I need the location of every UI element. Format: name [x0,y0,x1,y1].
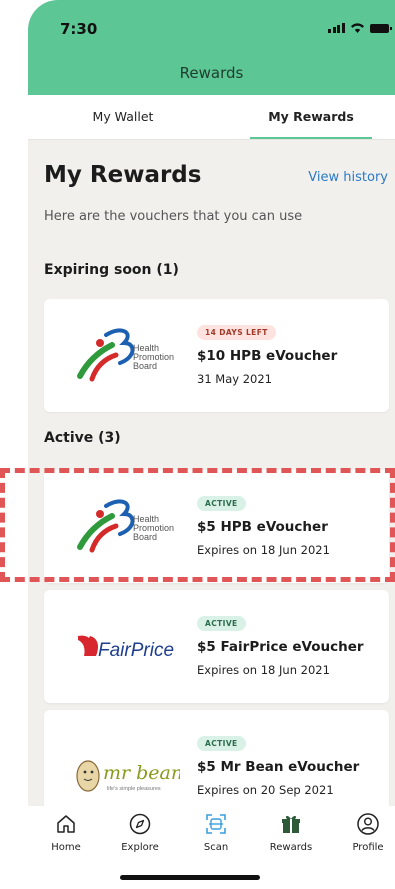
scan-icon [206,814,226,834]
status-time: 7:30 [60,20,98,38]
fairprice-logo: FairPrice [78,635,174,661]
voucher-card-hpb-5[interactable]: Health Promotion Board ACTIVE $5 HPB eVo… [44,470,389,583]
active-badge: ACTIVE [197,496,246,511]
voucher-title: $5 Mr Bean eVoucher [197,759,360,775]
status-icons [328,22,392,33]
compass-icon [129,813,151,835]
tab-my-wallet[interactable]: My Wallet [28,95,218,139]
nav-home-label: Home [51,842,81,853]
phone-screen: 7:30 Rewards My Wallet My Rewards My Rew… [28,0,395,889]
hpb-logo: Health Promotion Board [77,328,174,382]
voucher-card-hpb-10[interactable]: Health Promotion Board 14 DAYS LEFT $10 … [44,299,389,412]
hpb-logo: Health Promotion Board [77,499,174,553]
nav-scan[interactable]: Scan [186,812,246,853]
nav-home[interactable]: Home [36,812,96,853]
rewards-heading: My Rewards [44,162,202,188]
battery-icon [369,24,392,33]
page-title: Rewards [179,64,244,82]
nav-explore-label: Explore [121,842,159,853]
gift-icon [282,815,300,833]
hpb-logo-text-3: Board [133,532,157,542]
voucher-card-fairprice[interactable]: FairPrice ACTIVE $5 FairPrice eVoucher E… [44,590,389,703]
active-section-title: Active (3) [44,430,121,446]
voucher-title: $5 HPB eVoucher [197,519,328,535]
rewards-content: My Rewards View history Here are the vou… [28,140,395,806]
mr-bean-tagline: life's simple pleasures [107,786,161,792]
fairprice-logo-text: FairPrice [98,640,174,661]
voucher-date: 31 May 2021 [197,372,272,386]
nav-profile[interactable]: Profile [338,812,395,853]
expiring-section-title: Expiring soon (1) [44,262,179,278]
signal-icon [328,23,345,33]
hpb-logo-text-3: Board [133,361,157,371]
tab-my-rewards[interactable]: My Rewards [250,95,372,139]
nav-rewards[interactable]: Rewards [261,812,321,853]
tab-bar: My Wallet My Rewards [28,95,395,140]
voucher-card-mr-bean[interactable]: mr bean life's simple pleasures ACTIVE $… [44,710,389,806]
voucher-date: Expires on 18 Jun 2021 [197,663,330,677]
voucher-title: $5 FairPrice eVoucher [197,639,364,655]
voucher-title: $10 HPB eVoucher [197,348,338,364]
profile-icon [357,813,379,835]
home-indicator [120,875,260,880]
nav-profile-label: Profile [352,842,384,853]
active-badge: ACTIVE [197,616,246,631]
mr-bean-logo: mr bean life's simple pleasures [76,760,180,792]
view-history-link[interactable]: View history [308,170,388,185]
app-header: 7:30 Rewards [28,0,395,95]
nav-rewards-label: Rewards [269,842,313,853]
days-left-badge: 14 DAYS LEFT [197,325,276,340]
mr-bean-logo-text: mr bean [103,762,180,784]
voucher-date: Expires on 20 Sep 2021 [197,783,334,797]
home-icon [57,815,75,833]
rewards-subtitle: Here are the vouchers that you can use [44,209,303,224]
voucher-date: Expires on 18 Jun 2021 [197,543,330,557]
nav-explore[interactable]: Explore [110,812,170,853]
wifi-icon [350,23,364,33]
nav-scan-label: Scan [203,842,229,853]
active-badge: ACTIVE [197,736,246,751]
